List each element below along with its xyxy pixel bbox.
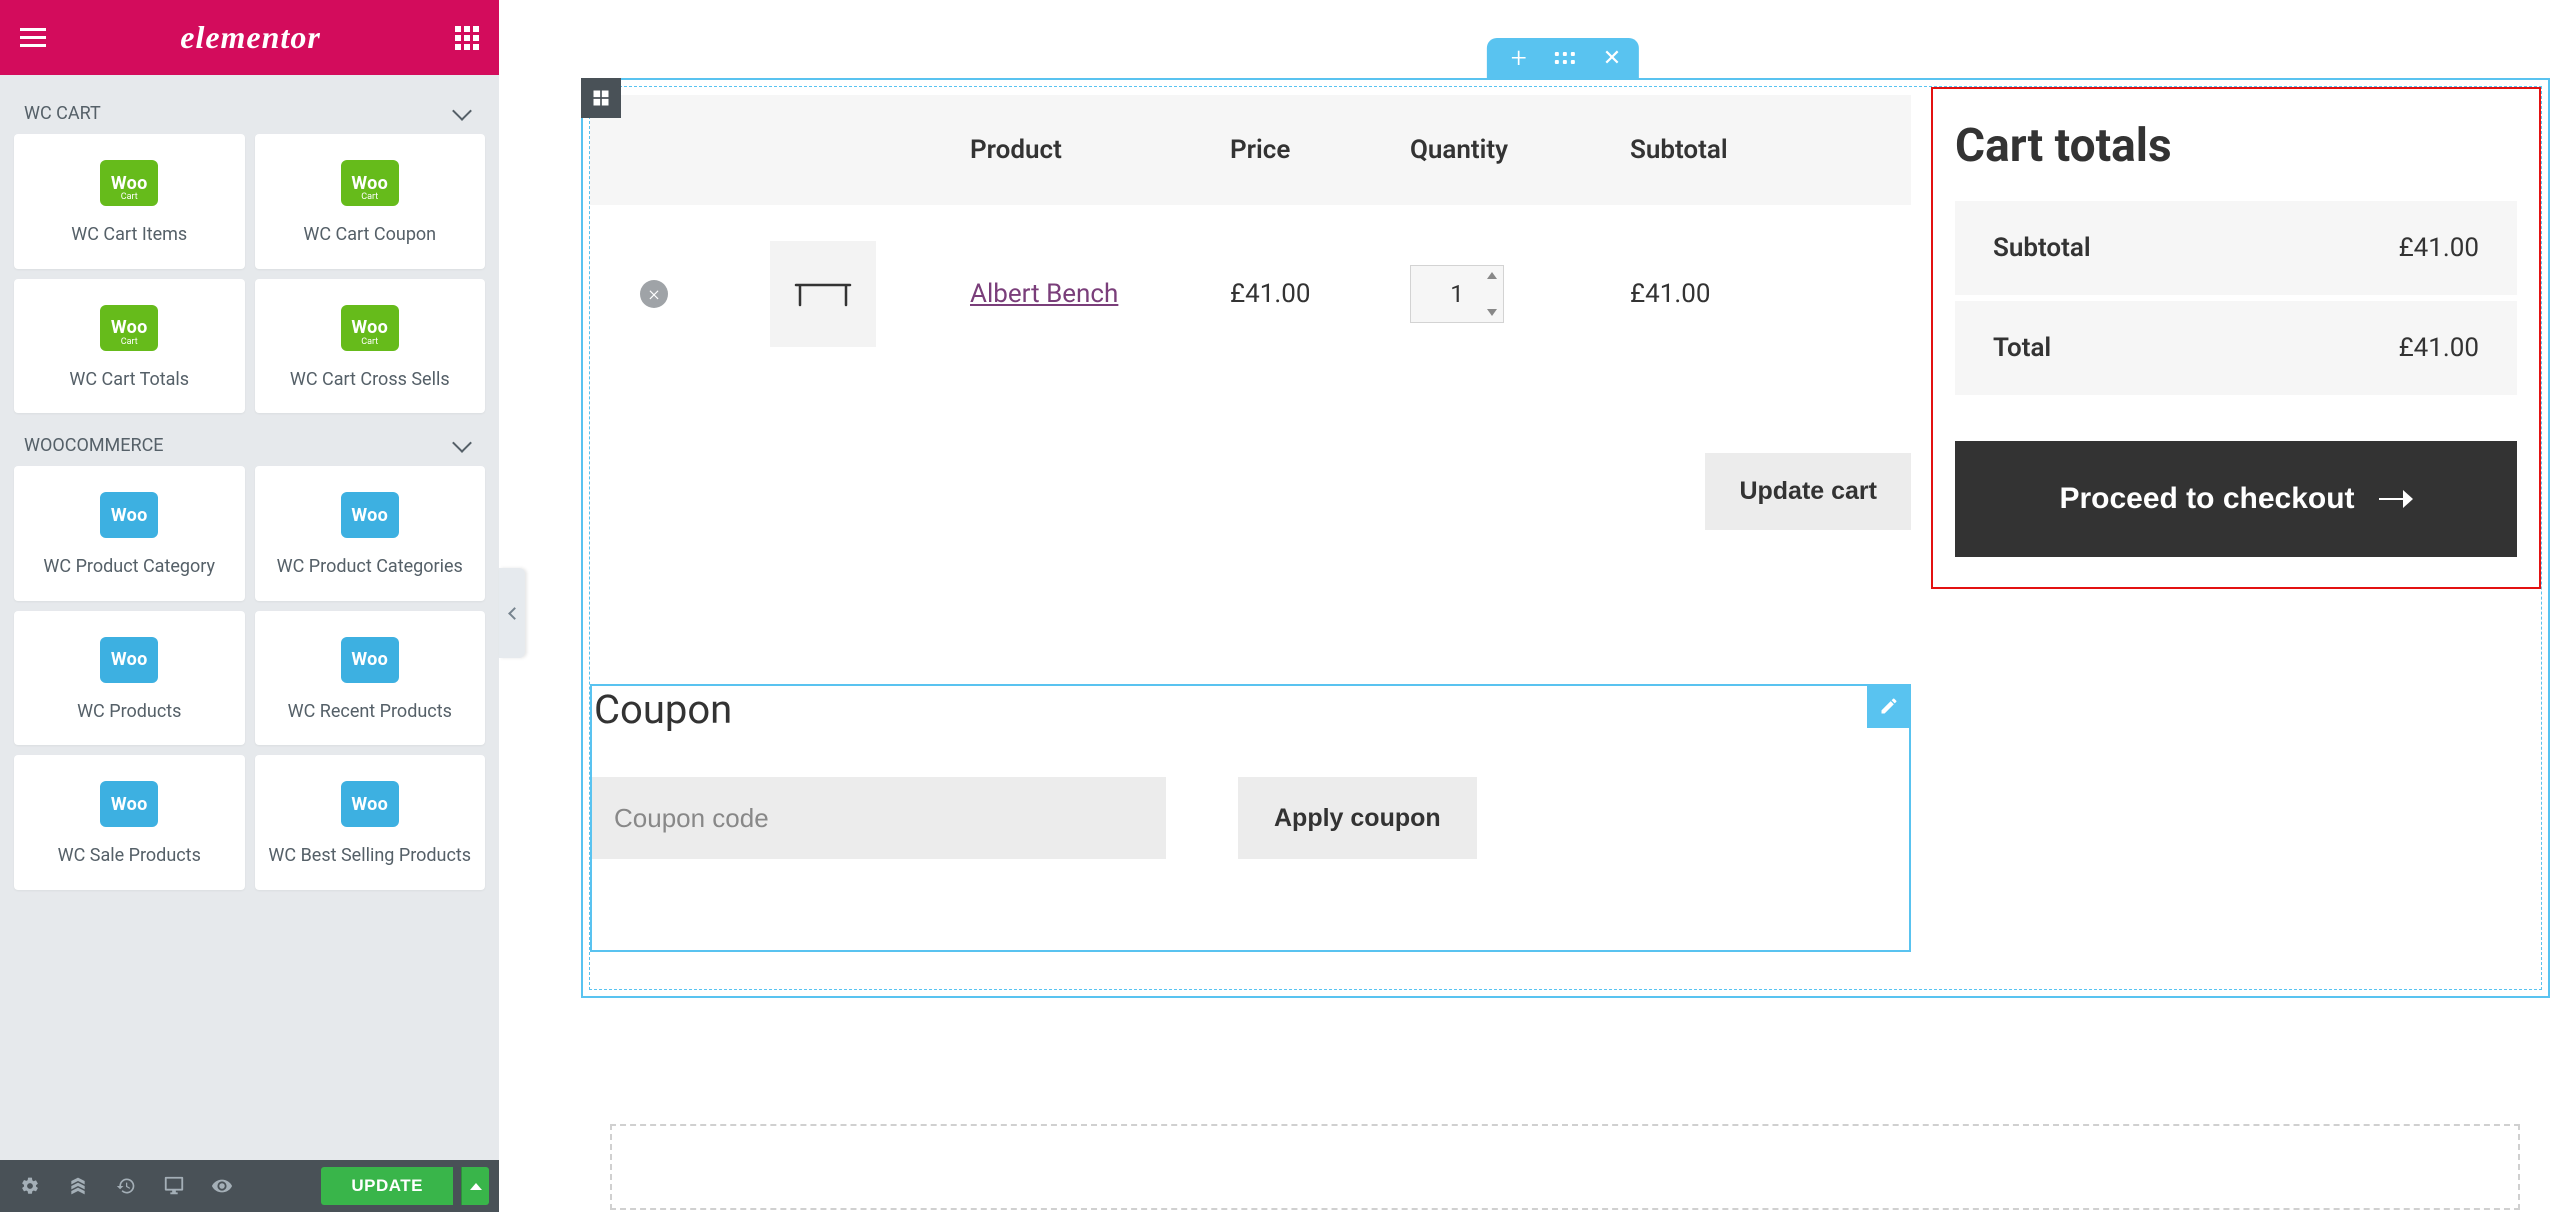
proceed-to-checkout-button[interactable]: Proceed to checkout [1955,441,2517,557]
widget-wc-recent-products[interactable]: Woo WC Recent Products [255,611,486,746]
add-section-drop-area[interactable] [610,1124,2520,1210]
update-button[interactable]: UPDATE [321,1167,453,1205]
category-label: WC CART [24,103,101,124]
woo-cart-icon: WooCart [341,160,399,206]
widget-label: WC Product Category [43,556,215,579]
widget-label: WC Best Selling Products [268,845,471,868]
bench-icon [794,279,852,309]
panel-bottom-bar: UPDATE [0,1160,499,1212]
preview-icon[interactable] [202,1168,242,1204]
right-column: Cart totals Subtotal £41.00 Total £41.00… [1931,87,2541,989]
woo-cart-icon: WooCart [100,160,158,206]
woo-cart-icon: WooCart [100,305,158,351]
chevron-down-icon [452,433,472,453]
item-subtotal: £41.00 [1630,279,1911,309]
checkout-label: Proceed to checkout [2059,482,2354,516]
widget-label: WC Products [77,701,181,724]
inner-section-grid: Product Price Quantity Subtotal Albert B… [589,86,2542,990]
section-outline: Product Price Quantity Subtotal Albert B… [581,78,2550,998]
col-subtotal: Subtotal [1630,135,1911,165]
add-section-icon[interactable]: + [1511,44,1527,72]
quantity-input[interactable]: 1 [1410,265,1504,323]
col-quantity: Quantity [1410,135,1630,165]
column-handle[interactable] [581,78,621,118]
total-value: £41.00 [2399,333,2479,363]
widgets-panel-icon[interactable] [455,26,479,50]
woo-icon: Woo [341,781,399,827]
widget-wc-cart-cross-sells[interactable]: WooCart WC Cart Cross Sells [255,279,486,414]
panel-collapse-toggle[interactable] [499,568,525,658]
woo-icon: Woo [100,637,158,683]
coupon-title: Coupon [594,686,1895,733]
history-icon[interactable] [106,1168,146,1204]
widget-wc-cart-coupon[interactable]: WooCart WC Cart Coupon [255,134,486,269]
editor-canvas: + ✕ Product Price Quantity Subtotal [566,0,2560,1212]
widget-wc-product-category[interactable]: Woo WC Product Category [14,466,245,601]
settings-icon[interactable] [10,1168,50,1204]
qty-increase-icon[interactable] [1487,272,1497,279]
widget-wc-best-selling-products[interactable]: Woo WC Best Selling Products [255,755,486,890]
item-price: £41.00 [1230,279,1410,309]
apply-coupon-button[interactable]: Apply coupon [1238,777,1477,859]
arrow-right-icon [2379,490,2413,508]
coupon-code-input[interactable] [592,777,1166,859]
remove-item-button[interactable] [640,280,668,308]
category-label: WOOCOMMERCE [24,435,164,456]
woo-cart-icon: WooCart [341,305,399,351]
widget-label: WC Cart Cross Sells [290,369,450,392]
cart-header-row: Product Price Quantity Subtotal [590,95,1911,205]
qty-decrease-icon[interactable] [1487,309,1497,316]
total-label: Total [1993,333,2051,363]
panel-body: WC CART WooCart WC Cart Items WooCart WC… [0,75,499,1160]
widget-label: WC Cart Items [71,224,187,247]
cart-totals-widget: Cart totals Subtotal £41.00 Total £41.00… [1931,87,2541,589]
category-wc-cart[interactable]: WC CART [14,89,485,134]
widget-wc-cart-totals[interactable]: WooCart WC Cart Totals [14,279,245,414]
panel-topbar: elementor [0,0,499,75]
woo-icon: Woo [341,492,399,538]
cart-item-row: Albert Bench £41.00 1 £41.00 [590,205,1911,397]
update-cart-button[interactable]: Update cart [1705,453,1911,530]
subtotal-label: Subtotal [1993,233,2091,263]
widget-wc-products[interactable]: Woo WC Products [14,611,245,746]
brand-logo: elementor [180,19,321,56]
widget-grid-woocommerce: Woo WC Product Category Woo WC Product C… [14,466,485,890]
product-link[interactable]: Albert Bench [970,279,1118,309]
widget-grid-wc-cart: WooCart WC Cart Items WooCart WC Cart Co… [14,134,485,413]
responsive-icon[interactable] [154,1168,194,1204]
product-thumbnail[interactable] [770,241,876,347]
woo-icon: Woo [100,781,158,827]
subtotal-value: £41.00 [2399,233,2479,263]
cart-items-widget: Product Price Quantity Subtotal Albert B… [590,95,1911,530]
woo-icon: Woo [341,637,399,683]
chevron-down-icon [452,101,472,121]
update-options-button[interactable] [461,1167,489,1205]
category-woocommerce[interactable]: WOOCOMMERCE [14,421,485,466]
coupon-widget: Coupon Apply coupon [590,684,1911,952]
widget-label: WC Product Categories [277,556,463,579]
col-product: Product [970,135,1230,165]
remove-section-icon[interactable]: ✕ [1603,46,1621,71]
totals-total-row: Total £41.00 [1955,301,2517,401]
cart-totals-title: Cart totals [1955,119,2517,173]
widget-label: WC Sale Products [58,845,201,868]
left-column: Product Price Quantity Subtotal Albert B… [590,87,1911,989]
widget-label: WC Cart Coupon [303,224,436,247]
menu-toggle-icon[interactable] [20,28,46,47]
totals-subtotal-row: Subtotal £41.00 [1955,201,2517,301]
navigator-icon[interactable] [58,1168,98,1204]
widget-label: WC Cart Totals [69,369,189,392]
widget-wc-sale-products[interactable]: Woo WC Sale Products [14,755,245,890]
drag-handle-icon[interactable] [1555,52,1575,64]
widget-wc-cart-items[interactable]: WooCart WC Cart Items [14,134,245,269]
caret-up-icon [470,1183,482,1190]
col-price: Price [1230,135,1410,165]
section-handle[interactable]: + ✕ [1487,38,1639,78]
widget-wc-product-categories[interactable]: Woo WC Product Categories [255,466,486,601]
edit-widget-handle[interactable] [1867,684,1911,728]
woo-icon: Woo [100,492,158,538]
widget-label: WC Recent Products [288,701,452,724]
elementor-panel: elementor WC CART WooCart WC Cart Items … [0,0,499,1212]
chevron-left-icon [508,607,521,620]
